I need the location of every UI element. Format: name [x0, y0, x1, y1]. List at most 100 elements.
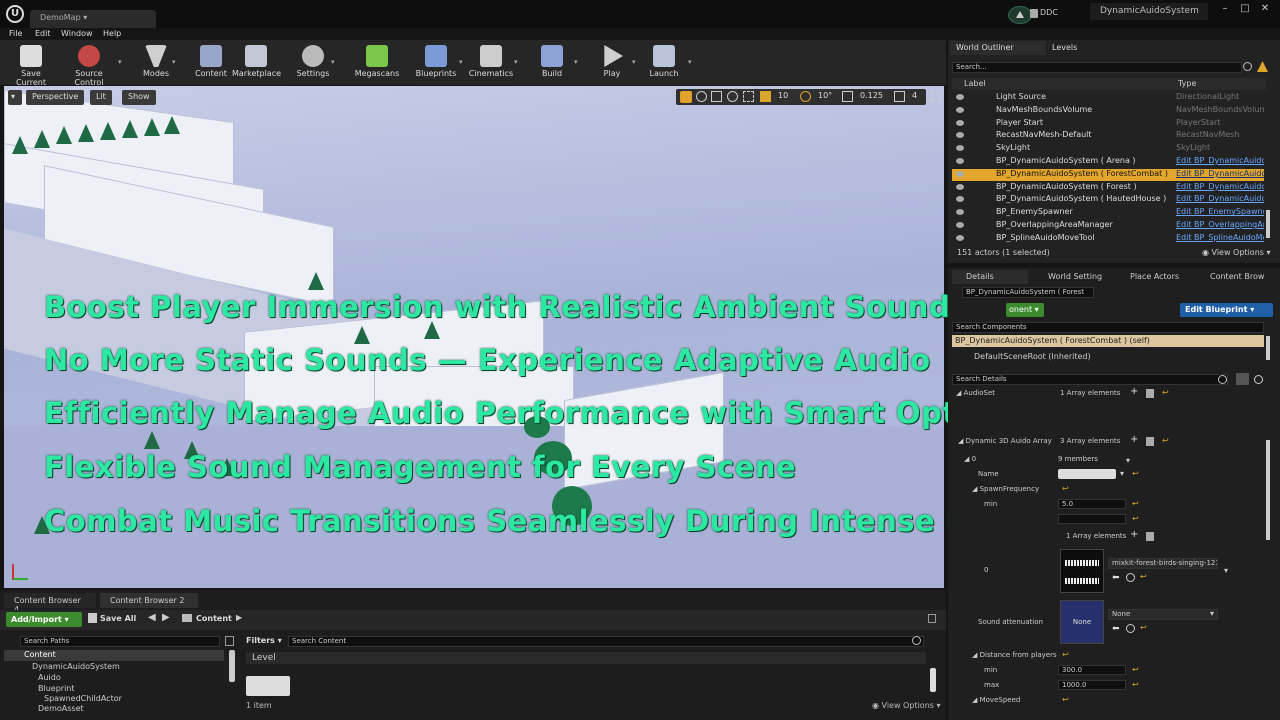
edit-blueprint-button[interactable]: Edit Blueprint ▾ [1180, 303, 1273, 317]
search-paths-input[interactable]: Search Paths [20, 636, 220, 647]
scale-snap-value[interactable]: 0.125 [860, 91, 883, 100]
marketplace-button[interactable]: Marketplace [232, 42, 281, 82]
tab-levels[interactable]: Levels [1052, 43, 1077, 52]
chevron-down-icon[interactable]: ▾ [1224, 566, 1228, 575]
delete-icon[interactable] [1146, 437, 1154, 446]
scale-icon[interactable] [711, 91, 722, 102]
modes-dropdown[interactable]: ▾ [172, 58, 176, 66]
level-folder-icon[interactable] [246, 676, 290, 696]
visibility-eye-icon[interactable] [956, 170, 964, 177]
reset-icon[interactable]: ↩ [1132, 469, 1139, 478]
reset-icon[interactable]: ↩ [1132, 514, 1139, 523]
column-label[interactable]: Label [964, 79, 986, 88]
viewport-options-button[interactable]: ▾ [8, 90, 22, 105]
content-view-options-button[interactable]: ◉ View Options ▾ [872, 701, 941, 710]
add-import-button[interactable]: Add/Import ▾ [6, 612, 82, 627]
tab-world-outliner[interactable]: World Outliner [950, 41, 1046, 55]
menu-window[interactable]: Window [61, 29, 93, 38]
name-field[interactable] [1058, 469, 1116, 479]
surface-snap-icon[interactable] [743, 91, 754, 102]
visibility-eye-icon[interactable] [956, 222, 964, 228]
rotation-snap-value[interactable]: 10° [818, 91, 832, 100]
camera-speed-icon[interactable] [894, 91, 905, 102]
visibility-eye-icon[interactable] [956, 158, 964, 164]
cinematics-dropdown[interactable]: ▾ [514, 58, 518, 66]
outliner-row[interactable]: Player Start PlayerStart [952, 118, 1264, 130]
visibility-eye-icon[interactable] [956, 234, 964, 241]
lock-icon[interactable] [928, 614, 936, 623]
outliner-row-type[interactable]: Edit BP_OverlappingAreaManager [1176, 220, 1264, 229]
reset-icon[interactable]: ↩ [1132, 665, 1139, 674]
asset-scrollbar[interactable] [930, 668, 936, 692]
reset-icon[interactable]: ↩ [1062, 484, 1069, 493]
chevron-down-icon[interactable]: ▾ [1120, 469, 1124, 478]
source-control-dropdown[interactable]: ▾ [118, 58, 122, 66]
tab-content-browser-4[interactable]: Content Browser 4 [4, 593, 96, 614]
path-arrow-icon[interactable]: ▶ [236, 613, 242, 622]
details-scrollbar[interactable] [1266, 440, 1270, 540]
outliner-row[interactable]: BP_DynamicAuidoSystem ( ForestCombat ) Ed… [952, 168, 1264, 181]
add-element-icon[interactable]: + [1130, 434, 1138, 445]
reset-icon[interactable]: ↩ [1132, 499, 1139, 508]
outliner-row[interactable]: RecastNavMesh-Default RecastNavMesh [952, 130, 1264, 142]
tab-content-browser-2[interactable]: Content Browser 2 [100, 593, 198, 608]
save-current-button[interactable]: Save Current [5, 42, 57, 87]
outliner-row[interactable]: SkyLight SkyLight [952, 143, 1264, 155]
menu-file[interactable]: File [9, 29, 22, 38]
outliner-scrollbar[interactable] [1266, 210, 1270, 238]
delete-icon[interactable] [1146, 532, 1154, 541]
menu-edit[interactable]: Edit [35, 29, 51, 38]
blueprints-button[interactable]: Blueprints [413, 42, 459, 82]
world-local-icon[interactable] [727, 91, 738, 102]
reset-icon[interactable]: ↩ [1062, 650, 1069, 659]
outliner-row-type[interactable]: Edit BP_DynamicAuidoSystem [1176, 156, 1264, 165]
tree-item-blueprint[interactable]: Blueprint [38, 684, 75, 693]
sound-wave-thumbnail[interactable] [1060, 549, 1104, 593]
delete-icon[interactable] [1146, 389, 1154, 398]
use-selected-icon[interactable]: ⬅ [1112, 573, 1120, 583]
visibility-eye-icon[interactable] [956, 132, 964, 139]
scale-snap-icon[interactable] [842, 91, 853, 102]
rotation-snap-icon[interactable] [800, 91, 811, 102]
reset-icon[interactable]: ↩ [1140, 572, 1147, 581]
translate-icon[interactable] [680, 91, 692, 103]
settings-dropdown[interactable]: ▾ [331, 58, 335, 66]
show-button[interactable]: Show [122, 90, 156, 105]
chevron-down-icon[interactable]: ▾ [1126, 456, 1130, 465]
launch-button[interactable]: Launch [648, 42, 680, 82]
spawn-min-field[interactable]: 5.0 [1058, 499, 1126, 509]
outliner-view-options-button[interactable]: ◉ View Options ▾ [1202, 248, 1271, 257]
sound-asset-select[interactable]: mixkit-forest-birds-singing-1212 [1108, 558, 1218, 569]
browse-icon[interactable] [1126, 624, 1135, 633]
tab-world-setting[interactable]: World Setting [1048, 272, 1102, 286]
blueprints-dropdown[interactable]: ▾ [459, 58, 463, 66]
perspective-button[interactable]: Perspective [26, 90, 85, 105]
filters-button[interactable]: Filters ▾ [246, 636, 282, 645]
reset-icon[interactable]: ↩ [1140, 623, 1147, 632]
add-component-button[interactable]: onent ▾ [1006, 303, 1044, 317]
distance-max-field[interactable]: 1000.0 [1058, 680, 1126, 690]
browse-icon[interactable] [1126, 573, 1135, 582]
outliner-row[interactable]: BP_EnemySpawner Edit BP_EnemySpawner [952, 207, 1264, 219]
use-selected-icon[interactable]: ⬅ [1112, 624, 1120, 634]
visibility-eye-icon[interactable] [956, 209, 964, 216]
visibility-eye-icon[interactable] [956, 119, 964, 126]
visibility-eye-icon[interactable] [956, 196, 964, 203]
rotate-icon[interactable] [696, 91, 707, 102]
cinematics-button[interactable]: Cinematics [468, 42, 514, 82]
reset-icon[interactable]: ↩ [1132, 680, 1139, 689]
search-content-input[interactable]: Search Content [288, 636, 924, 647]
component-root-row[interactable]: DefaultSceneRoot (Inherited) [974, 352, 1091, 361]
play-dropdown[interactable]: ▾ [632, 58, 636, 66]
source-control-button[interactable]: Source Control [60, 42, 118, 87]
component-self-row[interactable]: BP_DynamicAuidoSystem ( ForestCombat ) (… [952, 335, 1264, 347]
search-details-input[interactable]: Search Details [952, 374, 1228, 385]
lit-button[interactable]: Lit [90, 90, 112, 105]
outliner-row-type[interactable]: Edit BP_EnemySpawner [1176, 207, 1264, 216]
build-dropdown[interactable]: ▾ [574, 58, 578, 66]
outliner-row[interactable]: BP_DynamicAuidoSystem ( Forest ) Edit BP_… [952, 182, 1264, 194]
visibility-eye-icon[interactable] [956, 94, 964, 100]
outliner-row-type[interactable]: Edit BP_DynamicAuidoSystem [1176, 169, 1264, 178]
visibility-eye-icon[interactable] [956, 183, 964, 190]
search-components-input[interactable]: Search Components [952, 322, 1264, 333]
